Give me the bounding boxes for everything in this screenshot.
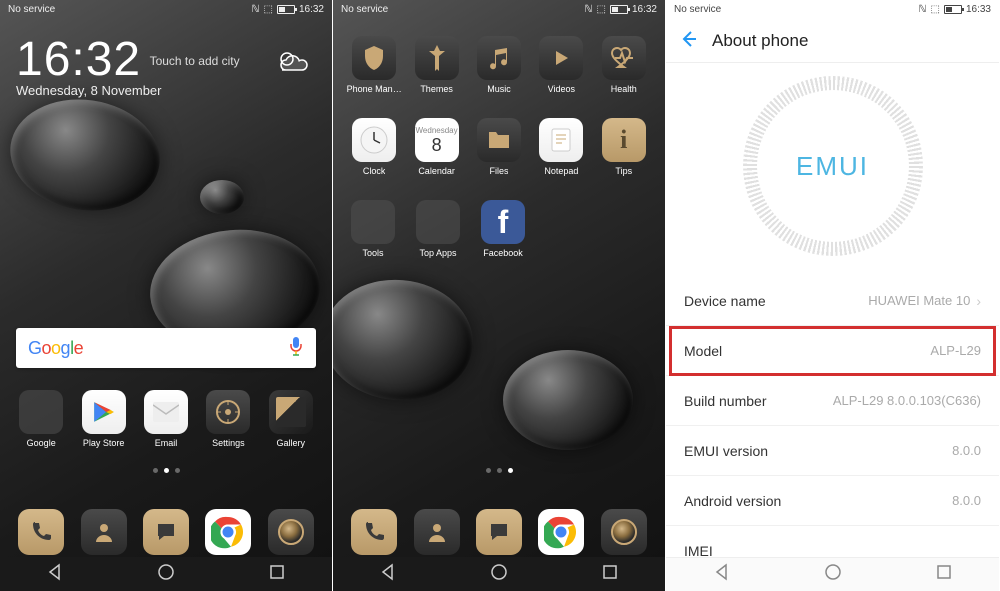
settings-row-emui-version[interactable]: EMUI version 8.0.0: [666, 426, 999, 476]
battery-icon: [944, 5, 962, 14]
app-phone-manager[interactable]: Phone Man…: [346, 36, 402, 94]
app-top-apps-folder[interactable]: Top Apps: [410, 200, 466, 258]
settings-row-device-name[interactable]: Device name HUAWEI Mate 10 ›: [666, 276, 999, 326]
dock: [333, 509, 665, 555]
nav-bar: [0, 557, 332, 591]
clock-time: 16:32: [16, 32, 141, 87]
battery-icon: [277, 5, 295, 14]
dock-contacts[interactable]: [414, 509, 460, 555]
status-bar: No service ℕ ⬚ 16:33: [666, 0, 999, 18]
row-key: Device name: [684, 293, 766, 309]
nav-home[interactable]: [824, 563, 842, 586]
app-files[interactable]: Files: [471, 118, 527, 176]
app-themes[interactable]: Themes: [409, 36, 465, 94]
chevron-right-icon: ›: [976, 293, 981, 309]
app-row: Phone Man… Themes Music Videos Health: [333, 36, 665, 94]
app-play-store[interactable]: Play Store: [76, 390, 132, 448]
app-health[interactable]: Health: [596, 36, 652, 94]
page-indicator: [333, 468, 665, 473]
mic-icon[interactable]: [288, 336, 304, 361]
nav-bar: [666, 557, 999, 591]
app-tools-folder[interactable]: Tools: [345, 200, 401, 258]
apps-screen: No service ℕ ⬚ 16:32 Phone Man… Themes Mus…: [333, 0, 666, 591]
add-city-label[interactable]: Touch to add city: [150, 54, 240, 68]
battery-save-icon: ⬚: [931, 4, 940, 15]
status-bar: No service ℕ ⬚ 16:32: [0, 0, 332, 18]
status-time: 16:32: [299, 4, 324, 15]
nav-bar: [333, 557, 665, 591]
nav-recent[interactable]: [268, 563, 286, 586]
dock-camera[interactable]: [601, 509, 647, 555]
row-value: ALP-L29 8.0.0.103(C636): [833, 393, 981, 408]
app-settings[interactable]: Settings: [200, 390, 256, 448]
page-indicator: [0, 468, 332, 473]
app-clock[interactable]: Clock: [346, 118, 402, 176]
nav-home[interactable]: [490, 563, 508, 586]
app-music[interactable]: Music: [471, 36, 527, 94]
app-email[interactable]: Email: [138, 390, 194, 448]
settings-header: About phone: [666, 22, 999, 60]
dock-chrome[interactable]: [205, 509, 251, 555]
highlight-model-row: [669, 326, 996, 376]
nav-back[interactable]: [46, 563, 64, 586]
row-value: 8.0.0: [952, 443, 981, 458]
row-key: EMUI version: [684, 443, 768, 459]
app-tips[interactable]: iTips: [596, 118, 652, 176]
nav-recent[interactable]: [601, 563, 619, 586]
nfc-icon: ℕ: [252, 4, 260, 15]
dock-chrome[interactable]: [538, 509, 584, 555]
nfc-icon: ℕ: [919, 4, 927, 15]
app-row: Clock Wednesday8Calendar Files Notepad i…: [333, 118, 665, 176]
row-value: 8.0.0: [952, 493, 981, 508]
google-logo: Google: [28, 338, 83, 359]
app-gallery[interactable]: Gallery: [263, 390, 319, 448]
row-value: HUAWEI Mate 10: [868, 293, 970, 308]
app-row: Tools Top Apps fFacebook: [333, 200, 665, 258]
clock-widget[interactable]: 16:32 Touch to add city Wednesday, 8 Nov…: [16, 32, 316, 98]
row-key: Android version: [684, 493, 781, 509]
page-title: About phone: [712, 31, 808, 51]
app-facebook[interactable]: fFacebook: [475, 200, 531, 258]
dock-messages[interactable]: [476, 509, 522, 555]
emui-logo: EMUI: [796, 151, 869, 182]
status-time: 16:32: [632, 4, 657, 15]
battery-icon: [610, 5, 628, 14]
google-search-bar[interactable]: Google: [16, 328, 316, 368]
carrier-label: No service: [341, 4, 388, 15]
dock: [0, 509, 332, 555]
app-videos[interactable]: Videos: [533, 36, 589, 94]
battery-save-icon: ⬚: [597, 4, 606, 15]
nav-back[interactable]: [713, 563, 731, 586]
nfc-icon: ℕ: [585, 4, 593, 15]
dock-phone[interactable]: [18, 509, 64, 555]
dock-contacts[interactable]: [81, 509, 127, 555]
battery-save-icon: ⬚: [264, 4, 273, 15]
dock-camera[interactable]: [268, 509, 314, 555]
nav-home[interactable]: [157, 563, 175, 586]
settings-row-build-number[interactable]: Build number ALP-L29 8.0.0.103(C636): [666, 376, 999, 426]
carrier-label: No service: [8, 4, 55, 15]
dock-messages[interactable]: [143, 509, 189, 555]
app-notepad[interactable]: Notepad: [533, 118, 589, 176]
weather-icon[interactable]: [274, 48, 310, 83]
emui-dial: EMUI: [743, 76, 923, 256]
settings-row-android-version[interactable]: Android version 8.0.0: [666, 476, 999, 526]
nav-back[interactable]: [379, 563, 397, 586]
status-bar: No service ℕ ⬚ 16:32: [333, 0, 665, 18]
app-google-folder[interactable]: Google: [13, 390, 69, 448]
carrier-label: No service: [674, 4, 721, 15]
settings-list: Device nameHUAWEI Mate 10›ModelALP-L29Bu…: [666, 276, 999, 557]
about-phone-screen: No service ℕ ⬚ 16:33 About phone EMUI Devi…: [666, 0, 999, 591]
row-key: Build number: [684, 393, 767, 409]
app-row: Google Play Store Email Settings Gallery: [0, 390, 332, 448]
nav-recent[interactable]: [935, 563, 953, 586]
home-screen: No service ℕ ⬚ 16:32 16:32 Touch to add …: [0, 0, 333, 591]
app-calendar[interactable]: Wednesday8Calendar: [409, 118, 465, 176]
status-time: 16:33: [966, 4, 991, 15]
dock-phone[interactable]: [351, 509, 397, 555]
clock-date: Wednesday, 8 November: [16, 83, 316, 98]
back-button[interactable]: [678, 29, 698, 54]
